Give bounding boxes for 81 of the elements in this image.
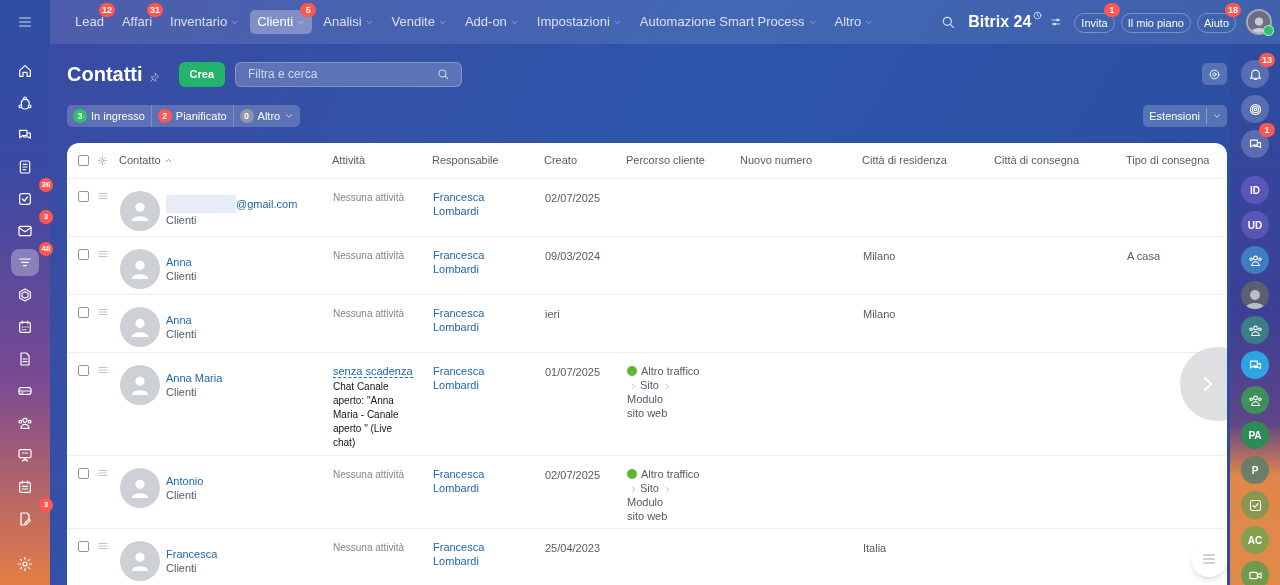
sidebar-app[interactable]: PA — [1241, 421, 1269, 449]
contact-link[interactable]: Anna Maria — [166, 370, 223, 385]
brand-logo: Bitrix 24 — [968, 12, 1032, 32]
responsible-link[interactable]: Francesca Lombardi — [433, 364, 493, 392]
journey-step: Sito — [640, 481, 659, 495]
sidebar-app[interactable]: ID — [1241, 176, 1269, 204]
counter-badge: 18 — [1225, 3, 1241, 17]
source-text: Altro traffico — [641, 467, 700, 481]
source-text: Altro traffico — [641, 364, 700, 378]
contact-type: Clienti — [166, 212, 198, 227]
nav-tab[interactable]: Vendite — [384, 10, 454, 34]
nav-tab[interactable]: Impostazioni — [529, 10, 629, 34]
counter-badge: 1 — [1259, 123, 1275, 137]
responsible-link[interactable]: Francesca Lombardi — [433, 248, 493, 276]
column-header[interactable]: Nuovo numero — [740, 152, 813, 169]
contact-type: Clienti — [166, 268, 197, 283]
count-badge: 0 — [239, 109, 254, 123]
counter-badge: 3 — [39, 210, 53, 224]
responsible-link[interactable]: Francesca Lombardi — [433, 540, 493, 568]
deadline-link[interactable]: senza scadenza — [333, 365, 413, 378]
sidebar-app[interactable]: P — [1241, 456, 1269, 484]
column-header[interactable]: Attività — [332, 152, 365, 169]
counter-filter[interactable]: 3 In ingresso — [67, 105, 151, 127]
date-text: 02/07/2025 — [545, 192, 601, 204]
contact-type: Clienti — [166, 326, 197, 341]
column-header[interactable]: Tipo di consegna — [1126, 152, 1210, 169]
counter-badge: 48 — [39, 242, 53, 256]
contact-type: Clienti — [166, 487, 198, 502]
activity-text: Nessuna attività — [333, 250, 405, 261]
responsible-link[interactable]: Francesca Lombardi — [433, 467, 493, 495]
city-text: Milano — [863, 308, 896, 320]
journey-step: Sito — [640, 378, 659, 392]
date-text: ieri — [545, 308, 560, 320]
page-title: Contatti — [67, 62, 143, 87]
count-badge: 3 — [73, 109, 87, 123]
date-text: 25/04/2023 — [545, 542, 601, 554]
activity-text: Nessuna attività — [333, 542, 405, 553]
nav-tab[interactable]: Inventario — [163, 10, 247, 34]
activity-text: Nessuna attività — [333, 469, 405, 480]
city-text: Milano — [863, 250, 896, 262]
column-header[interactable]: Percorso cliente — [626, 152, 705, 169]
column-header[interactable]: Città di residenza — [862, 152, 947, 169]
counter-badge: 1 — [1103, 3, 1120, 17]
contact-type: Clienti — [166, 384, 198, 399]
city-text: Italia — [863, 542, 887, 554]
contact-link[interactable]: Francesca — [166, 546, 218, 561]
counter-badge: 13 — [1259, 53, 1275, 67]
counter-badge: 31 — [147, 3, 164, 17]
count-badge: 2 — [157, 109, 172, 123]
activity-text: Nessuna attività — [333, 192, 405, 203]
responsible-link[interactable]: Francesca Lombardi — [433, 306, 493, 334]
counter-badge: 5 — [300, 3, 317, 17]
contact-type: Clienti — [166, 560, 198, 575]
contact-link[interactable]: Antonio — [166, 473, 204, 488]
counter-filter[interactable]: 2 Pianificato — [150, 105, 233, 127]
contact-link[interactable]: Anna — [166, 312, 192, 327]
nav-tab[interactable]: Automazione Smart Process — [632, 10, 824, 34]
extensions-button[interactable]: Estensioni — [1143, 105, 1227, 127]
counter-filter[interactable]: 0 Altro — [232, 105, 301, 127]
nav-tab[interactable]: Analisi — [316, 10, 381, 34]
contact-link[interactable]: @gmail.com — [236, 196, 298, 211]
date-text: 01/07/2025 — [545, 366, 601, 378]
delivery-text: A casa — [1127, 250, 1161, 262]
column-header[interactable]: Città di consegna — [994, 152, 1079, 169]
nav-tab[interactable]: Altro — [827, 10, 881, 34]
activity-text: Nessuna attività — [333, 308, 405, 319]
column-header[interactable]: Contatto — [119, 152, 161, 169]
journey-step: Modulo sito web — [627, 495, 679, 523]
journey-step: Modulo sito web — [627, 392, 679, 420]
counter-badge: 3 — [39, 498, 53, 512]
nav-tab[interactable]: Add-on — [457, 10, 526, 34]
responsible-link[interactable]: Francesca Lombardi — [433, 190, 493, 218]
counter-badge: 12 — [98, 3, 115, 17]
counter-badge: 36 — [39, 178, 53, 192]
contact-link[interactable]: Anna — [166, 254, 192, 269]
sidebar-app[interactable]: UD — [1241, 211, 1269, 239]
date-text: 09/03/2024 — [545, 250, 601, 262]
activity-text: Chat Canale aperto: "Anna Maria - Canale aperto " (Live chat) — [333, 380, 400, 450]
date-text: 02/07/2025 — [545, 469, 601, 481]
column-header[interactable]: Responsabile — [432, 152, 499, 169]
column-header[interactable]: Creato — [544, 152, 578, 169]
